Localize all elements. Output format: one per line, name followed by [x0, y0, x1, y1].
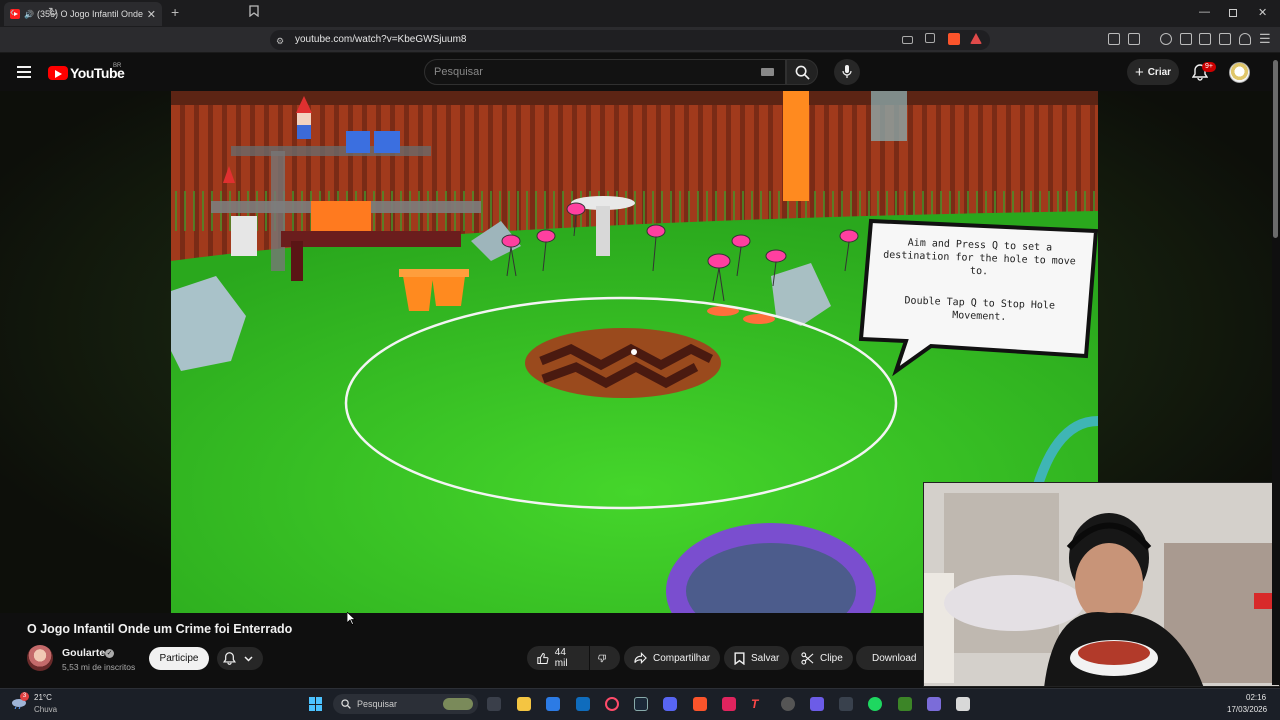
create-button[interactable]: + Criar	[1127, 59, 1179, 85]
voice-search-button[interactable]	[834, 59, 860, 85]
outlook-icon[interactable]	[576, 697, 590, 711]
thumbs-down-icon	[598, 654, 606, 662]
temperature[interactable]: 21°C	[34, 693, 52, 702]
brave-shields-icon[interactable]	[948, 33, 960, 45]
sidebar-icon[interactable]	[1180, 33, 1192, 45]
brave-icon[interactable]	[693, 697, 707, 711]
keyboard-icon[interactable]	[761, 68, 774, 76]
channel-avatar[interactable]	[27, 645, 53, 671]
webcam-overlay	[923, 482, 1280, 687]
youtube-logo-icon[interactable]	[48, 66, 68, 80]
url-text: youtube.com/watch?v=KbeGWSjuum8	[295, 34, 467, 45]
subscription-bell-button[interactable]	[217, 647, 263, 670]
minimize-icon[interactable]: —	[1199, 6, 1210, 18]
search-placeholder: Pesquisar	[434, 66, 483, 78]
scrollbar-thumb[interactable]	[1273, 60, 1278, 238]
subscriber-count: 5,53 mi de inscritos	[62, 662, 136, 672]
chevron-down-icon	[244, 656, 253, 662]
search-icon	[795, 65, 810, 80]
windows-start-icon[interactable]	[309, 697, 323, 711]
text-editor-icon[interactable]: T	[751, 697, 765, 711]
split-view-icon[interactable]	[1219, 33, 1231, 45]
webcam-feed	[924, 483, 1279, 686]
video-title: O Jogo Infantil Onde um Crime foi Enterr…	[27, 622, 293, 636]
game-tooltip-line-1: Aim and Press Q to set a destination for…	[883, 237, 1076, 278]
forward-icon[interactable]: ›	[30, 5, 34, 19]
obs-icon[interactable]	[781, 697, 795, 711]
share-page-icon[interactable]	[925, 33, 935, 43]
leo-icon[interactable]	[1199, 33, 1211, 45]
mic-icon	[842, 65, 852, 78]
share-label: Compartilhar	[653, 652, 711, 664]
weather-alert-badge: 3	[20, 692, 29, 701]
dislike-button[interactable]	[590, 646, 620, 670]
clock-time[interactable]: 02:16	[1246, 693, 1266, 702]
channel-name[interactable]: Goularte	[62, 647, 105, 659]
steam-icon[interactable]	[634, 697, 648, 711]
country-code: BR	[113, 63, 122, 69]
close-window-icon[interactable]: ✕	[1258, 6, 1267, 19]
notification-badge: 9+	[1202, 62, 1216, 72]
bookmark-icon	[734, 651, 745, 665]
new-tab-icon[interactable]: +	[171, 4, 179, 20]
minecraft-icon[interactable]	[898, 697, 912, 711]
site-settings-icon[interactable]: ⚙	[276, 34, 284, 48]
store-icon[interactable]	[546, 697, 560, 711]
browser-menu-icon[interactable]: ☰	[1259, 32, 1271, 46]
close-tab-icon[interactable]: ✕	[147, 8, 156, 21]
taskbar-search-input[interactable]	[333, 694, 478, 714]
teams-icon[interactable]	[927, 697, 941, 711]
app-icon[interactable]	[839, 697, 853, 711]
bell-icon	[223, 652, 236, 665]
browser-tab-bar	[0, 0, 1280, 27]
thumbs-up-icon	[537, 652, 549, 664]
screen-icon[interactable]	[902, 36, 913, 44]
plus-icon: +	[1134, 63, 1144, 81]
wallet-icon[interactable]	[1128, 33, 1140, 45]
clip-label: Clipe	[820, 652, 843, 664]
weather-condition[interactable]: Chuva	[34, 705, 57, 714]
share-button[interactable]: Compartilhar	[624, 646, 721, 670]
save-button[interactable]: Salvar	[724, 646, 790, 670]
opera-icon[interactable]	[605, 697, 619, 711]
file-explorer-icon[interactable]	[517, 697, 531, 711]
download-label: Download	[872, 652, 917, 664]
scissors-icon	[801, 651, 814, 665]
share-icon	[634, 652, 647, 664]
app-icon[interactable]	[956, 697, 970, 711]
discord-icon[interactable]	[663, 697, 677, 711]
tiktok-icon[interactable]	[722, 697, 736, 711]
create-label: Criar	[1147, 66, 1172, 78]
clock-date[interactable]: 17/03/2026	[1227, 705, 1267, 714]
save-label: Salvar	[751, 652, 780, 664]
back-icon[interactable]: ‹	[10, 5, 14, 19]
mouse-cursor-icon	[346, 611, 357, 630]
task-view-icon[interactable]	[487, 697, 501, 711]
search-icon	[341, 699, 351, 709]
taskbar-search-placeholder: Pesquisar	[357, 699, 398, 709]
verified-icon: ✓	[105, 649, 114, 658]
extensions-icon[interactable]	[1108, 33, 1120, 45]
bookmark-icon[interactable]	[249, 5, 259, 20]
restore-icon[interactable]	[1229, 9, 1237, 17]
app-icon[interactable]	[810, 697, 824, 711]
download-button[interactable]: Download	[856, 646, 923, 670]
clip-button[interactable]: Clipe	[791, 646, 853, 670]
spotify-icon[interactable]	[868, 697, 882, 711]
like-count: 44 mil	[554, 647, 568, 669]
brave-rewards-icon[interactable]	[970, 33, 982, 44]
vpn-icon[interactable]	[1239, 33, 1251, 45]
search-highlight-image	[443, 698, 473, 710]
media-icon[interactable]	[1160, 33, 1172, 45]
account-avatar[interactable]	[1229, 62, 1250, 83]
join-button[interactable]: Participe	[149, 647, 209, 670]
guide-menu-icon[interactable]	[17, 66, 31, 78]
search-button[interactable]	[786, 59, 818, 85]
like-button[interactable]: 44 mil	[527, 646, 589, 670]
browser-tab[interactable]: 🔊 (356) O Jogo Infantil Onde um Crime fo…	[4, 2, 162, 26]
reload-icon[interactable]: ↻	[48, 5, 58, 19]
